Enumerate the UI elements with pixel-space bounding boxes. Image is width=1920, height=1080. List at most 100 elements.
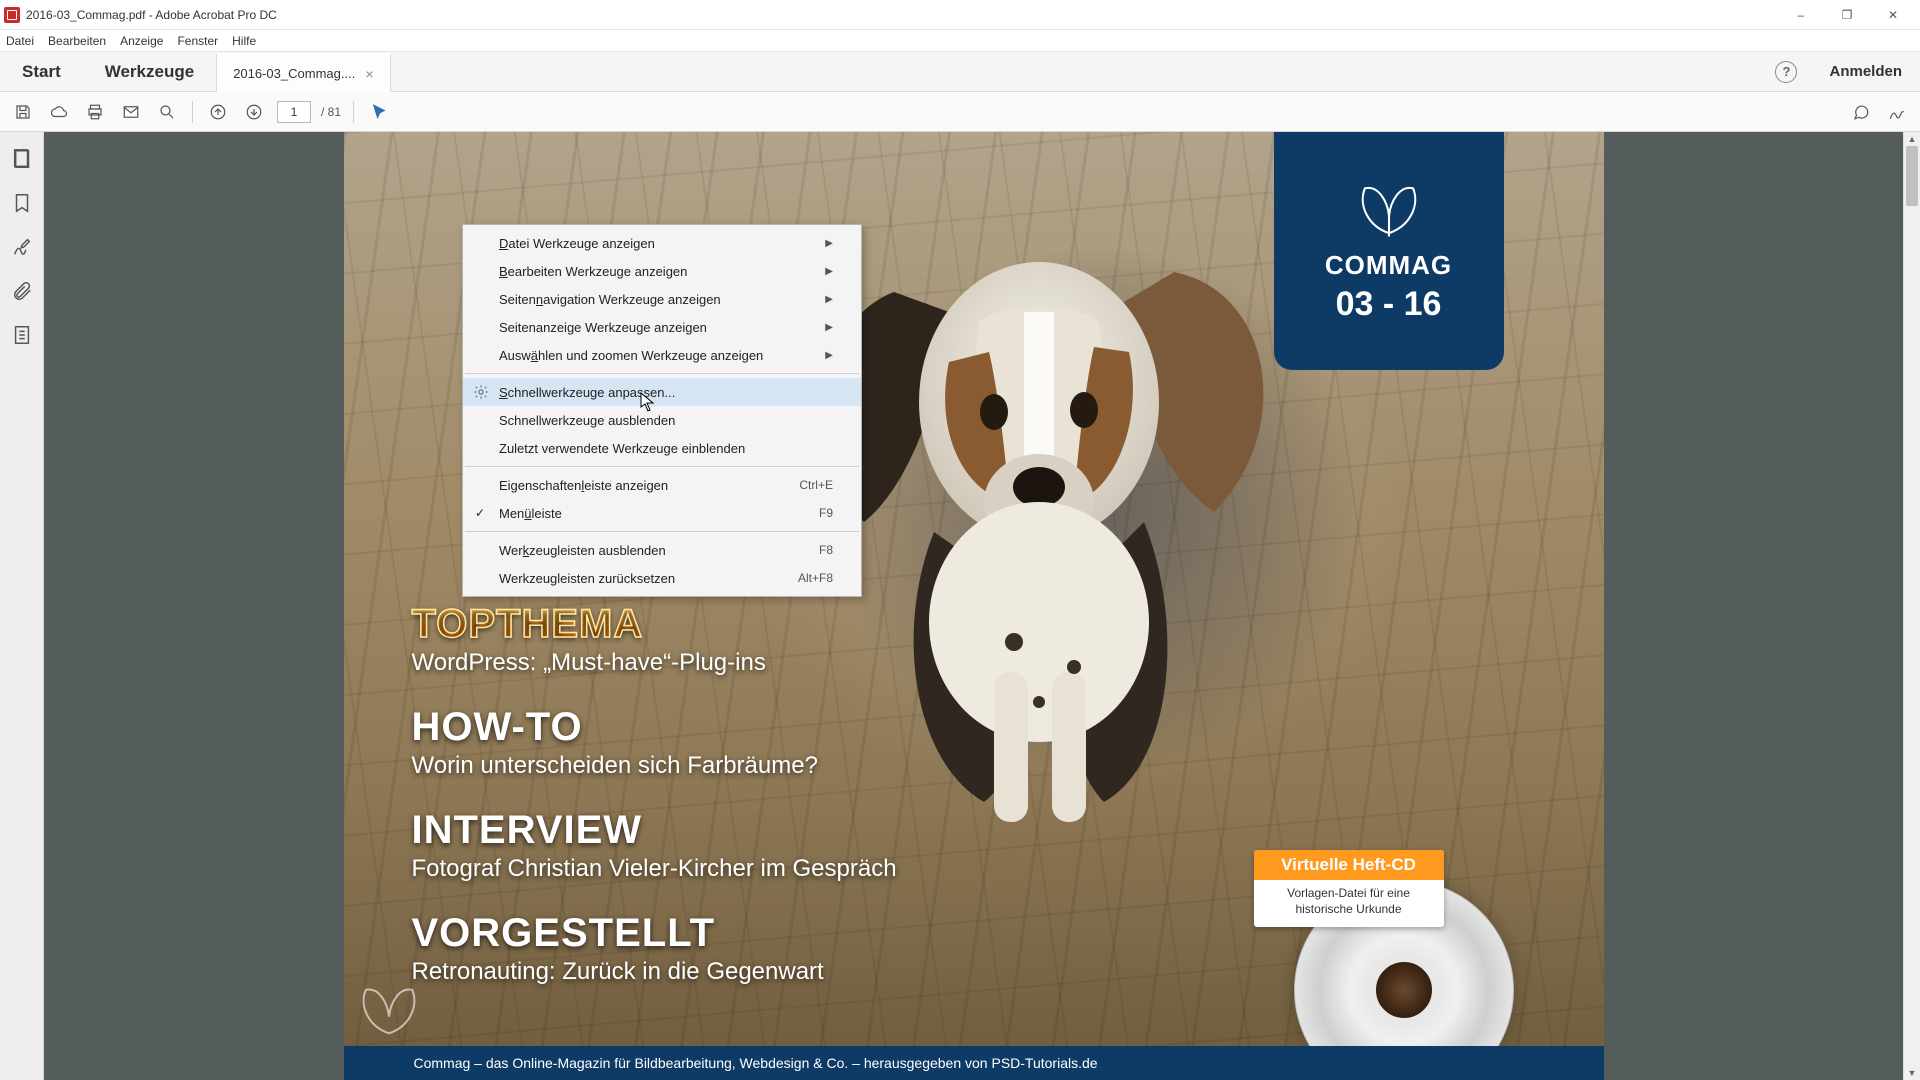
context-menu-label: Werkzeugleisten ausblenden — [499, 543, 666, 558]
document-area: ◀ — [0, 132, 1920, 1080]
navigation-pane: ◀ — [0, 132, 44, 1080]
maximize-icon: ❐ — [1842, 8, 1853, 22]
toolbar: / 81 — [0, 92, 1920, 132]
commag-issue: 03 - 16 — [1336, 285, 1442, 324]
cover-head: VORGESTELLT — [412, 911, 897, 956]
context-menu-label: Eigenschaftenleiste anzeigen — [499, 478, 668, 493]
context-menu-label: Schnellwerkzeuge anpassen... — [499, 385, 675, 400]
context-menu-label: Bearbeiten Werkzeuge anzeigen — [499, 264, 687, 279]
sign-button[interactable] — [1884, 99, 1910, 125]
cover-head: INTERVIEW — [412, 808, 897, 853]
context-menu-item[interactable]: ✓ Menüleiste F9 — [463, 499, 861, 527]
tab-document[interactable]: 2016-03_Commag.... × — [216, 53, 390, 92]
butterfly-icon — [1354, 178, 1424, 240]
cloud-button[interactable] — [46, 99, 72, 125]
save-button[interactable] — [10, 99, 36, 125]
page-number-input[interactable] — [277, 101, 311, 123]
cd-line1: Vorlagen-Datei für eine — [1287, 886, 1410, 900]
signatures-icon[interactable] — [11, 236, 33, 258]
toolbar-context-menu: Datei Werkzeuge anzeigen▶Bearbeiten Werk… — [462, 224, 862, 597]
gear-icon — [473, 384, 489, 400]
context-menu-item[interactable]: Seitennavigation Werkzeuge anzeigen ▶ — [463, 285, 861, 313]
cover-sub: Retronauting: Zurück in die Gegenwart — [412, 958, 897, 986]
context-menu-label: Werkzeugleisten zurücksetzen — [499, 571, 675, 586]
minimize-icon: – — [1798, 8, 1805, 22]
close-icon: ✕ — [1888, 8, 1898, 22]
window-minimize-button[interactable]: – — [1778, 0, 1824, 30]
cover-block-interview: INTERVIEW Fotograf Christian Vieler-Kirc… — [412, 808, 897, 883]
attachments-icon[interactable] — [11, 280, 33, 302]
corner-butterfly-icon — [354, 980, 424, 1040]
cover-block-vorgestellt: VORGESTELLT Retronauting: Zurück in die … — [412, 911, 897, 986]
menu-fenster[interactable]: Fenster — [177, 34, 218, 48]
page-up-button[interactable] — [205, 99, 231, 125]
submenu-arrow-icon: ▶ — [825, 238, 833, 249]
tab-tools[interactable]: Werkzeuge — [83, 52, 216, 91]
bookmark-icon[interactable] — [11, 192, 33, 214]
cover-head: TOPTHEMA — [412, 602, 897, 647]
check-icon: ✓ — [475, 506, 485, 520]
page-viewer[interactable]: COMMAG 03 - 16 TOPTHEMA WordPress: „Must… — [44, 132, 1903, 1080]
context-menu-label: Seitennavigation Werkzeuge anzeigen — [499, 292, 721, 307]
context-menu-item[interactable]: Bearbeiten Werkzeuge anzeigen▶ — [463, 257, 861, 285]
cover-sub: WordPress: „Must-have“-Plug-ins — [412, 649, 897, 677]
sign-in-button[interactable]: Anmelden — [1811, 52, 1920, 91]
cover-footer-text: Commag – das Online-Magazin für Bildbear… — [414, 1055, 1098, 1071]
tab-document-close-button[interactable]: × — [365, 66, 373, 82]
help-button[interactable]: ? — [1761, 52, 1811, 91]
menu-anzeige[interactable]: Anzeige — [120, 34, 163, 48]
menu-hilfe[interactable]: Hilfe — [232, 34, 256, 48]
context-menu-item[interactable]: Datei Werkzeuge anzeigen▶ — [463, 229, 861, 257]
scroll-up-icon[interactable]: ▲ — [1904, 132, 1920, 146]
layers-icon[interactable] — [11, 324, 33, 346]
menu-bearbeiten[interactable]: Bearbeiten — [48, 34, 106, 48]
cover-headlines: TOPTHEMA WordPress: „Must-have“-Plug-ins… — [412, 602, 897, 1014]
context-menu-label: Zuletzt verwendete Werkzeuge einblenden — [499, 441, 745, 456]
context-menu-label: Menüleiste — [499, 506, 562, 521]
help-icon: ? — [1775, 61, 1797, 83]
cd-label: Virtuelle Heft-CD Vorlagen-Datei für ein… — [1254, 850, 1444, 927]
context-menu-label: Auswählen und zoomen Werkzeuge anzeigen — [499, 348, 763, 363]
cover-sub: Fotograf Christian Vieler-Kircher im Ges… — [412, 855, 897, 883]
selection-tool-button[interactable] — [366, 99, 392, 125]
page-down-button[interactable] — [241, 99, 267, 125]
context-menu-shortcut: Alt+F8 — [798, 571, 833, 585]
menu-bar: Datei Bearbeiten Anzeige Fenster Hilfe — [0, 30, 1920, 52]
context-menu-item[interactable]: Seitenanzeige Werkzeuge anzeigen ▶ — [463, 313, 861, 341]
cover-head: HOW-TO — [412, 705, 897, 750]
context-menu-shortcut: F9 — [819, 506, 833, 520]
context-menu-label: Seitenanzeige Werkzeuge anzeigen — [499, 320, 707, 335]
context-menu-item[interactable]: Werkzeugleisten ausblendenF8 — [463, 536, 861, 564]
commag-badge: COMMAG 03 - 16 — [1274, 132, 1504, 370]
context-menu-label: Schnellwerkzeuge ausblenden — [499, 413, 675, 428]
comment-button[interactable] — [1848, 99, 1874, 125]
context-menu-item[interactable]: Zuletzt verwendete Werkzeuge einblenden — [463, 434, 861, 462]
context-menu-item[interactable]: Auswählen und zoomen Werkzeuge anzeigen ▶ — [463, 341, 861, 369]
tab-document-label: 2016-03_Commag.... — [233, 66, 355, 81]
email-button[interactable] — [118, 99, 144, 125]
toolbar-separator — [192, 101, 193, 123]
submenu-arrow-icon: ▶ — [825, 322, 833, 333]
page-total-label: / 81 — [321, 105, 341, 119]
app-icon — [4, 7, 20, 23]
context-menu-item[interactable]: Schnellwerkzeuge anpassen... — [463, 378, 861, 406]
submenu-arrow-icon: ▶ — [825, 294, 833, 305]
menu-datei[interactable]: Datei — [6, 34, 34, 48]
context-menu-item[interactable]: Eigenschaftenleiste anzeigenCtrl+E — [463, 471, 861, 499]
cover-sub: Worin unterscheiden sich Farbräume? — [412, 752, 897, 780]
window-close-button[interactable]: ✕ — [1870, 0, 1916, 30]
search-button[interactable] — [154, 99, 180, 125]
cd-label-title: Virtuelle Heft-CD — [1254, 850, 1444, 880]
window-title: 2016-03_Commag.pdf - Adobe Acrobat Pro D… — [26, 8, 277, 22]
thumbnails-icon[interactable] — [11, 148, 33, 170]
context-menu-item[interactable]: Schnellwerkzeuge ausblenden — [463, 406, 861, 434]
submenu-arrow-icon: ▶ — [825, 350, 833, 361]
scroll-down-icon[interactable]: ▼ — [1904, 1066, 1920, 1080]
scroll-thumb[interactable] — [1906, 146, 1918, 206]
print-button[interactable] — [82, 99, 108, 125]
tab-home[interactable]: Start — [0, 52, 83, 91]
vertical-scrollbar[interactable]: ▲ ▼ — [1903, 132, 1920, 1080]
context-menu-item[interactable]: Werkzeugleisten zurücksetzen Alt+F8 — [463, 564, 861, 592]
window-maximize-button[interactable]: ❐ — [1824, 0, 1870, 30]
tab-bar: Start Werkzeuge 2016-03_Commag.... × ? A… — [0, 52, 1920, 92]
